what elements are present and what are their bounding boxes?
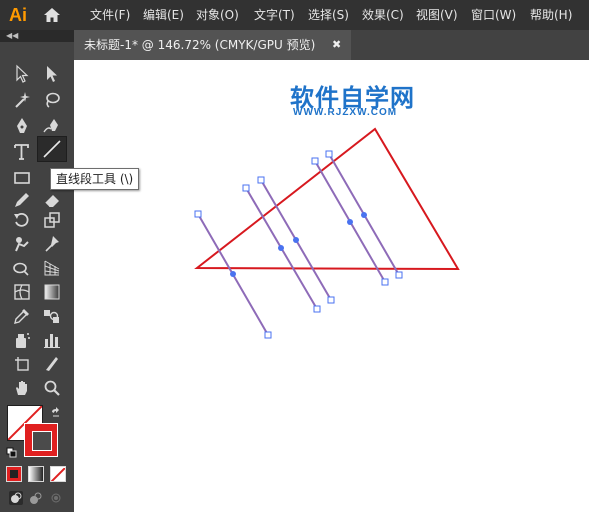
menu-object[interactable]: 对象(O) xyxy=(196,0,239,30)
lasso-tool-icon[interactable] xyxy=(38,88,66,112)
close-tab-icon[interactable]: ✖ xyxy=(332,30,341,60)
menu-window[interactable]: 窗口(W) xyxy=(471,0,516,30)
rotate-tool-icon[interactable] xyxy=(8,208,36,232)
pen-tool-icon[interactable] xyxy=(8,114,36,138)
draw-behind-icon[interactable] xyxy=(28,490,44,506)
collapse-panel-icon[interactable]: ◀◀ xyxy=(6,30,18,42)
stroke-swatch[interactable] xyxy=(24,423,58,457)
color-mode-button[interactable] xyxy=(6,466,22,482)
type-tool-icon[interactable] xyxy=(8,140,36,164)
menu-file[interactable]: 文件(F) xyxy=(90,0,130,30)
pin-tool-icon[interactable] xyxy=(38,232,66,256)
draw-normal-icon[interactable] xyxy=(8,490,24,506)
shape-builder-tool-icon[interactable] xyxy=(8,256,36,280)
column-graph-tool-icon[interactable] xyxy=(38,328,66,352)
swap-fill-stroke-icon[interactable] xyxy=(50,404,62,417)
mesh-tool-icon[interactable] xyxy=(8,280,36,304)
line-segment-2[interactable] xyxy=(242,184,321,313)
line-segment-4[interactable] xyxy=(311,157,389,286)
default-fill-stroke-icon[interactable] xyxy=(6,444,18,458)
artboard-tool-icon[interactable] xyxy=(8,352,36,376)
artboard-canvas[interactable]: 软件自学网 WWW.RJZXW.COM xyxy=(74,60,589,512)
document-tab-title: 未标题-1* @ 146.72% (CMYK/GPU 预览) xyxy=(84,38,316,52)
zoom-tool-icon[interactable] xyxy=(38,376,66,400)
menu-bar: Ai 文件(F) 编辑(E) 对象(O) 文字(T) 选择(S) 效果(C) 视… xyxy=(0,0,589,30)
menu-effect[interactable]: 效果(C) xyxy=(362,0,404,30)
gradient-tool-icon[interactable] xyxy=(38,280,66,304)
tools-panel xyxy=(0,42,74,512)
tool-tooltip: 直线段工具 (\) xyxy=(50,168,140,190)
triangle-path[interactable] xyxy=(194,127,460,271)
line-segment-3[interactable] xyxy=(257,176,335,304)
selection-tool-icon[interactable] xyxy=(8,62,36,86)
home-icon[interactable] xyxy=(42,5,62,25)
menu-help[interactable]: 帮助(H) xyxy=(530,0,572,30)
line-segment-1[interactable] xyxy=(194,210,272,339)
draw-inside-icon[interactable] xyxy=(48,490,64,506)
menu-type[interactable]: 文字(T) xyxy=(254,0,295,30)
hand-tool-icon[interactable] xyxy=(8,376,36,400)
menu-edit[interactable]: 编辑(E) xyxy=(143,0,184,30)
direct-selection-tool-icon[interactable] xyxy=(38,62,66,86)
curvature-tool-icon[interactable] xyxy=(38,114,66,138)
document-tab[interactable]: 未标题-1* @ 146.72% (CMYK/GPU 预览) ✖ xyxy=(74,30,351,60)
menu-view[interactable]: 视图(V) xyxy=(416,0,458,30)
eyedropper-tool-icon[interactable] xyxy=(8,304,36,328)
rectangle-tool-icon[interactable] xyxy=(8,166,36,190)
app-logo: Ai xyxy=(9,5,27,25)
symbol-sprayer-tool-icon[interactable] xyxy=(8,328,36,352)
perspective-grid-tool-icon[interactable] xyxy=(38,256,66,280)
scale-tool-icon[interactable] xyxy=(38,208,66,232)
toolbar-header: ◀◀ xyxy=(0,30,74,42)
gradient-mode-button[interactable] xyxy=(28,466,44,482)
line-segment-tool-icon[interactable] xyxy=(37,136,67,162)
blend-tool-icon[interactable] xyxy=(38,304,66,328)
puppet-warp-tool-icon[interactable] xyxy=(8,232,36,256)
magic-wand-tool-icon[interactable] xyxy=(8,88,36,112)
artwork[interactable] xyxy=(74,60,589,512)
slice-tool-icon[interactable] xyxy=(38,352,66,376)
line-segment-5[interactable] xyxy=(325,150,403,279)
none-mode-button[interactable] xyxy=(50,466,66,482)
menu-select[interactable]: 选择(S) xyxy=(308,0,349,30)
